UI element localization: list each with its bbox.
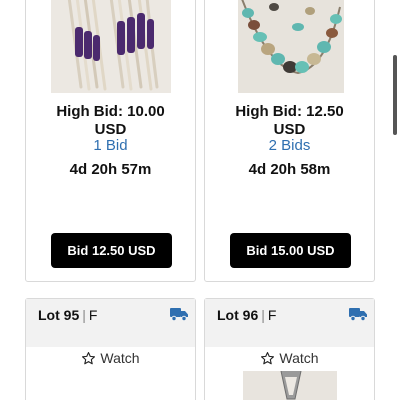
high-bid-amount: High Bid: 10.00 xyxy=(56,103,165,120)
lot-number-label: Lot 95 xyxy=(38,307,80,323)
lot-separator: | xyxy=(82,307,86,323)
lot-number[interactable]: Lot 95 | F xyxy=(38,307,97,323)
lot-card[interactable]: High Bid: 10.00 USD 1 Bid 4d 20h 57m Bid… xyxy=(25,0,196,282)
lot-number[interactable]: Lot 96 | F xyxy=(217,307,276,323)
time-left: 4d 20h 57m xyxy=(69,161,152,178)
high-bid-amount: High Bid: 12.50 xyxy=(235,103,344,120)
truck-icon xyxy=(349,308,367,321)
lot-card[interactable]: Lot 96 | F Watch xyxy=(204,298,375,400)
high-bid: High Bid: 12.50 USD xyxy=(205,103,374,139)
lot-suffix: F xyxy=(267,307,277,323)
watch-label: Watch xyxy=(279,350,319,366)
watch-button[interactable]: Watch xyxy=(205,350,374,366)
star-outline-icon xyxy=(261,351,275,364)
lot-suffix: F xyxy=(88,307,98,323)
scrollbar[interactable] xyxy=(393,55,397,135)
lot-header: Lot 95 | F xyxy=(26,299,195,347)
bid-button[interactable]: Bid 12.50 USD xyxy=(51,233,172,268)
item-photo[interactable] xyxy=(51,0,171,93)
item-photo[interactable] xyxy=(243,371,337,400)
truck-icon xyxy=(170,308,188,321)
item-photo[interactable] xyxy=(238,0,344,93)
star-outline-icon xyxy=(82,351,96,364)
watch-button[interactable]: Watch xyxy=(26,350,195,366)
lot-separator: | xyxy=(261,307,265,323)
bid-count-link[interactable]: 1 Bid xyxy=(26,137,195,154)
high-bid: High Bid: 10.00 USD xyxy=(26,103,195,139)
bid-button[interactable]: Bid 15.00 USD xyxy=(230,233,351,268)
lot-card[interactable]: High Bid: 12.50 USD 2 Bids 4d 20h 58m Bi… xyxy=(204,0,375,282)
time-left: 4d 20h 58m xyxy=(248,161,331,178)
lot-card[interactable]: Lot 95 | F Watch xyxy=(25,298,196,400)
lot-header: Lot 96 | F xyxy=(205,299,374,347)
watch-label: Watch xyxy=(100,350,140,366)
bid-count-link[interactable]: 2 Bids xyxy=(205,137,374,154)
lot-number-label: Lot 96 xyxy=(217,307,259,323)
